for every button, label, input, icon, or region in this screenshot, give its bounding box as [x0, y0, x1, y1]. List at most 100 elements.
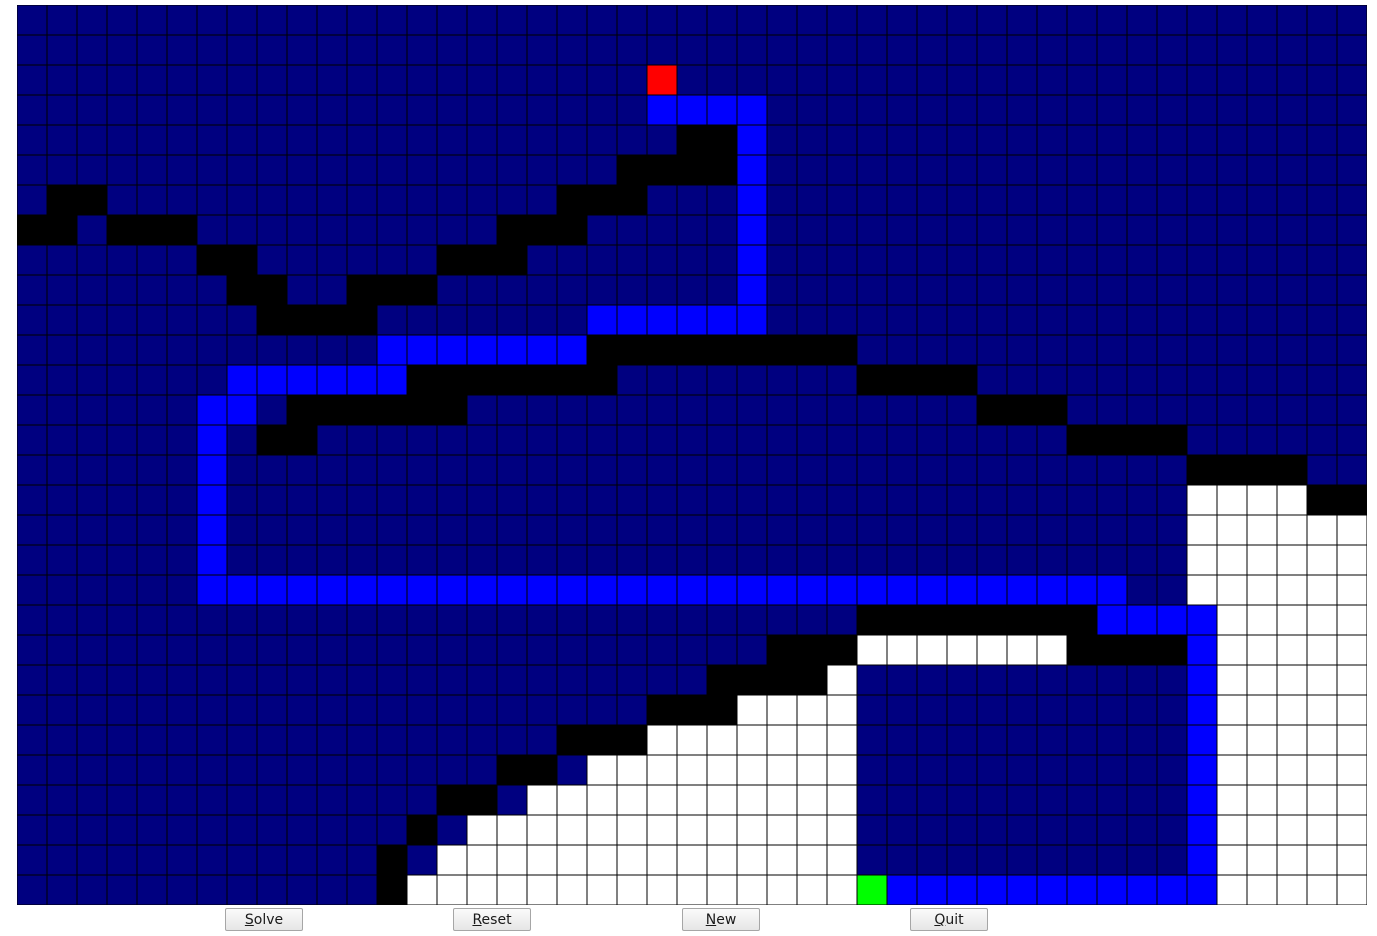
maze-cell-open[interactable] [1006, 694, 1038, 726]
maze-cell-open[interactable] [1156, 754, 1188, 786]
maze-cell-visited[interactable] [1216, 604, 1248, 636]
maze-cell-open[interactable] [1156, 814, 1188, 846]
maze-cell-open[interactable] [136, 514, 168, 546]
maze-cell-open[interactable] [286, 124, 318, 156]
maze-cell-visited[interactable] [616, 754, 648, 786]
maze-cell-open[interactable] [1186, 64, 1218, 96]
maze-cell-path[interactable] [1006, 874, 1038, 905]
maze-cell-open[interactable] [646, 214, 678, 246]
maze-cell-open[interactable] [406, 184, 438, 216]
maze-cell-open[interactable] [1036, 364, 1068, 396]
maze-cell-open[interactable] [826, 64, 858, 96]
maze-cell-open[interactable] [466, 94, 498, 126]
maze-cell-visited[interactable] [1036, 634, 1068, 666]
maze-cell-open[interactable] [346, 94, 378, 126]
maze-cell-wall[interactable] [736, 664, 768, 696]
maze-cell-open[interactable] [346, 874, 378, 905]
maze-cell-open[interactable] [1336, 5, 1367, 36]
maze-cell-visited[interactable] [1216, 634, 1248, 666]
maze-cell-visited[interactable] [1246, 874, 1278, 905]
maze-cell-open[interactable] [1306, 154, 1338, 186]
maze-cell-open[interactable] [646, 514, 678, 546]
maze-cell-open[interactable] [76, 844, 108, 876]
maze-cell-open[interactable] [556, 424, 588, 456]
maze-cell-open[interactable] [256, 844, 288, 876]
maze-cell-open[interactable] [76, 784, 108, 816]
maze-cell-open[interactable] [826, 304, 858, 336]
maze-cell-open[interactable] [586, 34, 618, 66]
maze-cell-open[interactable] [17, 724, 48, 756]
maze-cell-open[interactable] [496, 274, 528, 306]
maze-cell-visited[interactable] [1306, 874, 1338, 905]
maze-cell-open[interactable] [436, 154, 468, 186]
maze-cell-open[interactable] [886, 664, 918, 696]
maze-cell-open[interactable] [76, 334, 108, 366]
maze-cell-open[interactable] [436, 184, 468, 216]
maze-cell-open[interactable] [46, 514, 78, 546]
maze-cell-wall[interactable] [676, 154, 708, 186]
maze-cell-open[interactable] [316, 94, 348, 126]
maze-cell-open[interactable] [946, 184, 978, 216]
maze-cell-open[interactable] [106, 724, 138, 756]
maze-cell-open[interactable] [1156, 334, 1188, 366]
maze-cell-path[interactable] [706, 304, 738, 336]
maze-cell-open[interactable] [286, 184, 318, 216]
maze-cell-wall[interactable] [616, 724, 648, 756]
maze-cell-open[interactable] [586, 214, 618, 246]
maze-cell-visited[interactable] [736, 784, 768, 816]
maze-cell-open[interactable] [916, 154, 948, 186]
maze-cell-open[interactable] [1186, 334, 1218, 366]
maze-cell-path[interactable] [436, 334, 468, 366]
maze-cell-open[interactable] [796, 394, 828, 426]
maze-cell-wall[interactable] [616, 154, 648, 186]
maze-cell-open[interactable] [766, 274, 798, 306]
maze-cell-open[interactable] [976, 694, 1008, 726]
maze-cell-open[interactable] [706, 454, 738, 486]
maze-cell-open[interactable] [826, 5, 858, 36]
maze-grid[interactable] [17, 5, 1367, 905]
maze-cell-open[interactable] [286, 484, 318, 516]
maze-cell-path[interactable] [616, 574, 648, 606]
maze-cell-open[interactable] [946, 5, 978, 36]
maze-cell-open[interactable] [136, 184, 168, 216]
maze-cell-open[interactable] [856, 214, 888, 246]
maze-cell-open[interactable] [526, 34, 558, 66]
maze-cell-open[interactable] [1066, 94, 1098, 126]
maze-cell-open[interactable] [106, 274, 138, 306]
maze-cell-open[interactable] [316, 34, 348, 66]
maze-cell-open[interactable] [1156, 5, 1188, 36]
maze-cell-open[interactable] [976, 34, 1008, 66]
maze-cell-wall[interactable] [376, 874, 408, 905]
maze-cell-path[interactable] [736, 244, 768, 276]
maze-cell-open[interactable] [136, 724, 168, 756]
maze-cell-path[interactable] [406, 574, 438, 606]
maze-cell-open[interactable] [166, 874, 198, 905]
maze-cell-open[interactable] [496, 394, 528, 426]
maze-cell-open[interactable] [616, 424, 648, 456]
maze-cell-open[interactable] [376, 754, 408, 786]
maze-cell-open[interactable] [1036, 304, 1068, 336]
maze-cell-path[interactable] [676, 574, 708, 606]
maze-cell-open[interactable] [466, 154, 498, 186]
maze-cell-open[interactable] [1066, 814, 1098, 846]
maze-cell-visited[interactable] [1246, 664, 1278, 696]
maze-cell-open[interactable] [166, 664, 198, 696]
maze-cell-open[interactable] [76, 364, 108, 396]
maze-cell-visited[interactable] [526, 874, 558, 905]
maze-cell-open[interactable] [616, 634, 648, 666]
maze-cell-open[interactable] [106, 5, 138, 36]
maze-cell-visited[interactable] [1216, 754, 1248, 786]
maze-cell-visited[interactable] [706, 784, 738, 816]
maze-cell-visited[interactable] [856, 634, 888, 666]
maze-cell-open[interactable] [496, 454, 528, 486]
maze-cell-open[interactable] [1126, 694, 1158, 726]
maze-cell-open[interactable] [916, 304, 948, 336]
maze-cell-wall[interactable] [826, 334, 858, 366]
maze-cell-open[interactable] [316, 184, 348, 216]
maze-cell-open[interactable] [1216, 5, 1248, 36]
maze-cell-open[interactable] [196, 184, 228, 216]
maze-cell-open[interactable] [1036, 5, 1068, 36]
maze-cell-open[interactable] [496, 64, 528, 96]
maze-cell-open[interactable] [1036, 334, 1068, 366]
maze-cell-open[interactable] [646, 604, 678, 636]
